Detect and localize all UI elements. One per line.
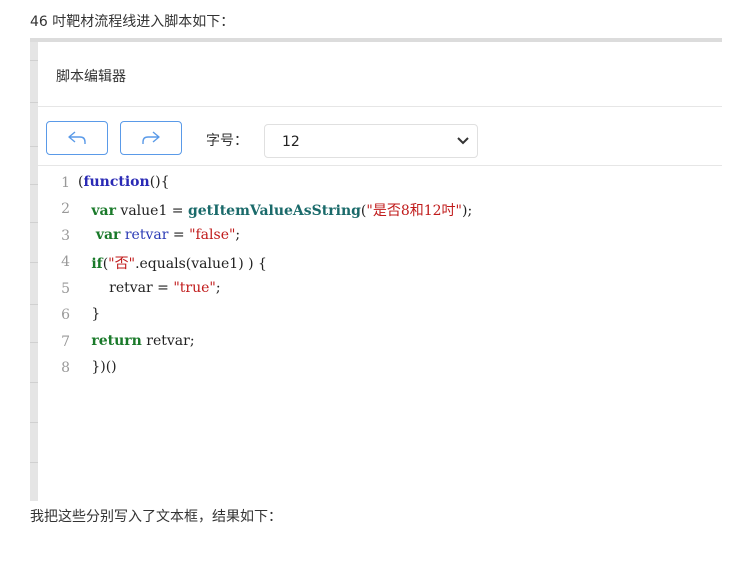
font-size-label: 字号： [206, 133, 248, 149]
line-number: 5 [61, 281, 70, 297]
line-number: 4 [61, 254, 70, 270]
code-token: retvar = [78, 280, 174, 296]
font-size-value: 12 [282, 134, 300, 150]
code-token: getItemValueAsString [187, 203, 361, 219]
code-line: 6 } [38, 303, 722, 329]
editor-toolbar: 字号： 12 [38, 107, 722, 166]
code-text: retvar = "true"; [78, 280, 221, 296]
code-token: = [168, 227, 190, 243]
line-number: 1 [61, 175, 70, 191]
code-token: "false" [189, 227, 236, 243]
line-number: 3 [61, 228, 70, 244]
code-text: var value1 = getItemValueAsString("是否8和1… [78, 200, 472, 220]
redo-arrow-icon [142, 131, 160, 144]
code-token: function [83, 174, 150, 190]
line-number: 8 [61, 360, 70, 376]
script-editor-dialog: 脚本编辑器 字号： 12 1 (function(){2 var value1… [38, 42, 722, 501]
code-token: ; [235, 227, 241, 243]
code-token: var [95, 227, 121, 243]
code-token: .equals(value1) ) { [135, 256, 267, 272]
code-line: 7 return retvar; [38, 330, 722, 356]
chevron-down-icon [457, 137, 469, 145]
line-number: 6 [61, 307, 70, 323]
code-token: return [91, 333, 142, 349]
code-text: (function(){ [78, 174, 170, 190]
code-editor[interactable]: 1 (function(){ 2 var value1 = getItemValue… [38, 167, 722, 501]
code-token: if [91, 256, 103, 272]
undo-arrow-icon [68, 131, 86, 144]
code-token: value1 = [115, 203, 188, 219]
code-text: if("否".equals(value1) ) { [78, 253, 267, 273]
code-token: retvar [124, 227, 169, 243]
editor-frame: 脚本编辑器 字号： 12 1 (function(){2 var value1… [30, 38, 722, 501]
code-token: "true" [173, 280, 216, 296]
code-token: ; [215, 280, 221, 296]
code-line: 5 retvar = "true"; [38, 277, 722, 303]
code-text: } [78, 306, 100, 322]
font-size-select[interactable]: 12 [264, 124, 478, 158]
code-token: var [91, 203, 116, 219]
redo-button[interactable] [120, 121, 182, 155]
code-token: retvar; [141, 333, 195, 349]
line-number: 2 [61, 201, 70, 217]
undo-button[interactable] [46, 121, 108, 155]
code-line: 4 if("否".equals(value1) ) { [38, 250, 722, 276]
dialog-title: 脚本编辑器 [56, 69, 126, 85]
frame-left-gutter [30, 42, 38, 501]
code-line: 8 })() [38, 356, 722, 382]
code-token: (){ [149, 174, 170, 190]
code-token: "是否8和12吋" [366, 203, 462, 219]
code-text: return retvar; [78, 333, 195, 349]
code-token: ); [462, 203, 473, 219]
code-text: var retvar = "false"; [78, 227, 240, 243]
code-token: "否" [108, 256, 136, 272]
outro-text: 我把这些分别写入了文本框，结果如下： [30, 509, 282, 525]
code-text: })() [78, 359, 117, 375]
intro-text: 46 吋靶材流程线进入脚本如下： [30, 14, 235, 30]
code-token: })() [78, 359, 117, 375]
code-line: 2 var value1 = getItemValueAsString("是否8… [38, 197, 722, 223]
dialog-header: 脚本编辑器 [38, 42, 722, 107]
line-number: 7 [61, 334, 70, 350]
code-line: 3 var retvar = "false"; [38, 224, 722, 250]
code-line: 1 (function(){ [38, 171, 722, 197]
code-token: } [78, 306, 101, 322]
